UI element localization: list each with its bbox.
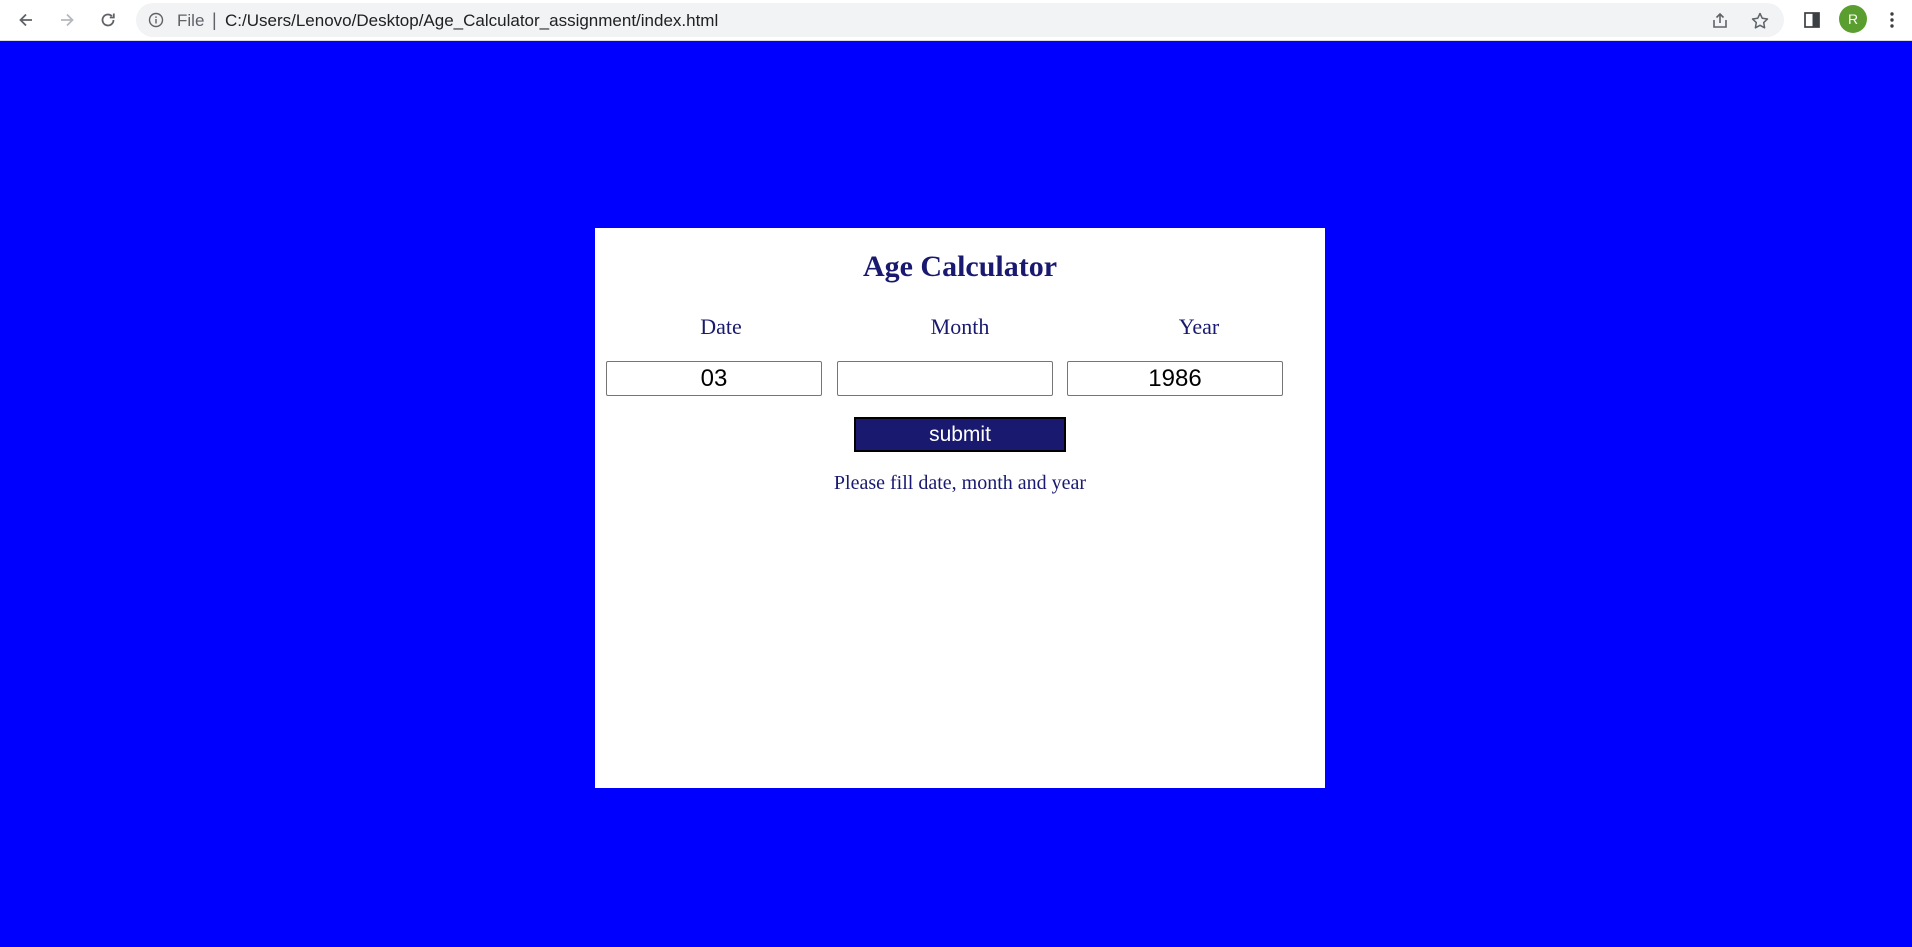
bookmark-button[interactable]	[1749, 10, 1771, 32]
reload-icon	[101, 13, 115, 27]
reload-button[interactable]	[92, 4, 124, 36]
date-label: Date	[700, 314, 742, 339]
validation-message: Please fill date, month and year	[833, 472, 1087, 494]
side-panel-button[interactable]	[1798, 6, 1826, 34]
year-input[interactable]	[1067, 361, 1283, 396]
url-text[interactable]: C:/Users/Lenovo/Desktop/Age_Calculator_a…	[225, 11, 718, 31]
share-icon	[1713, 12, 1727, 28]
browser-menu-button[interactable]	[1878, 6, 1906, 34]
share-button[interactable]	[1709, 10, 1731, 32]
month-label: Month	[930, 314, 990, 339]
address-bar[interactable]: File | C:/Users/Lenovo/Desktop/Age_Calcu…	[136, 3, 1784, 37]
forward-button[interactable]	[51, 4, 83, 36]
month-input[interactable]	[837, 361, 1053, 396]
arrow-right-icon	[61, 13, 74, 27]
more-vertical-icon	[1890, 12, 1894, 28]
page-title: Age Calculator	[862, 250, 1058, 283]
info-icon	[148, 12, 164, 28]
profile-avatar[interactable]: R	[1839, 5, 1867, 33]
submit-button[interactable]: submit	[854, 417, 1066, 452]
scheme-label: File	[177, 11, 205, 30]
calculator-card	[595, 228, 1325, 788]
back-button[interactable]	[10, 4, 42, 36]
arrow-left-icon	[19, 13, 32, 27]
profile-initial: R	[1847, 11, 1859, 27]
star-icon	[1751, 12, 1769, 29]
year-label: Year	[1178, 314, 1220, 339]
date-input[interactable]	[606, 361, 822, 396]
scheme-divider: |	[212, 10, 217, 30]
side-panel-icon	[1804, 12, 1820, 28]
browser-toolbar: File | C:/Users/Lenovo/Desktop/Age_Calcu…	[0, 0, 1912, 41]
